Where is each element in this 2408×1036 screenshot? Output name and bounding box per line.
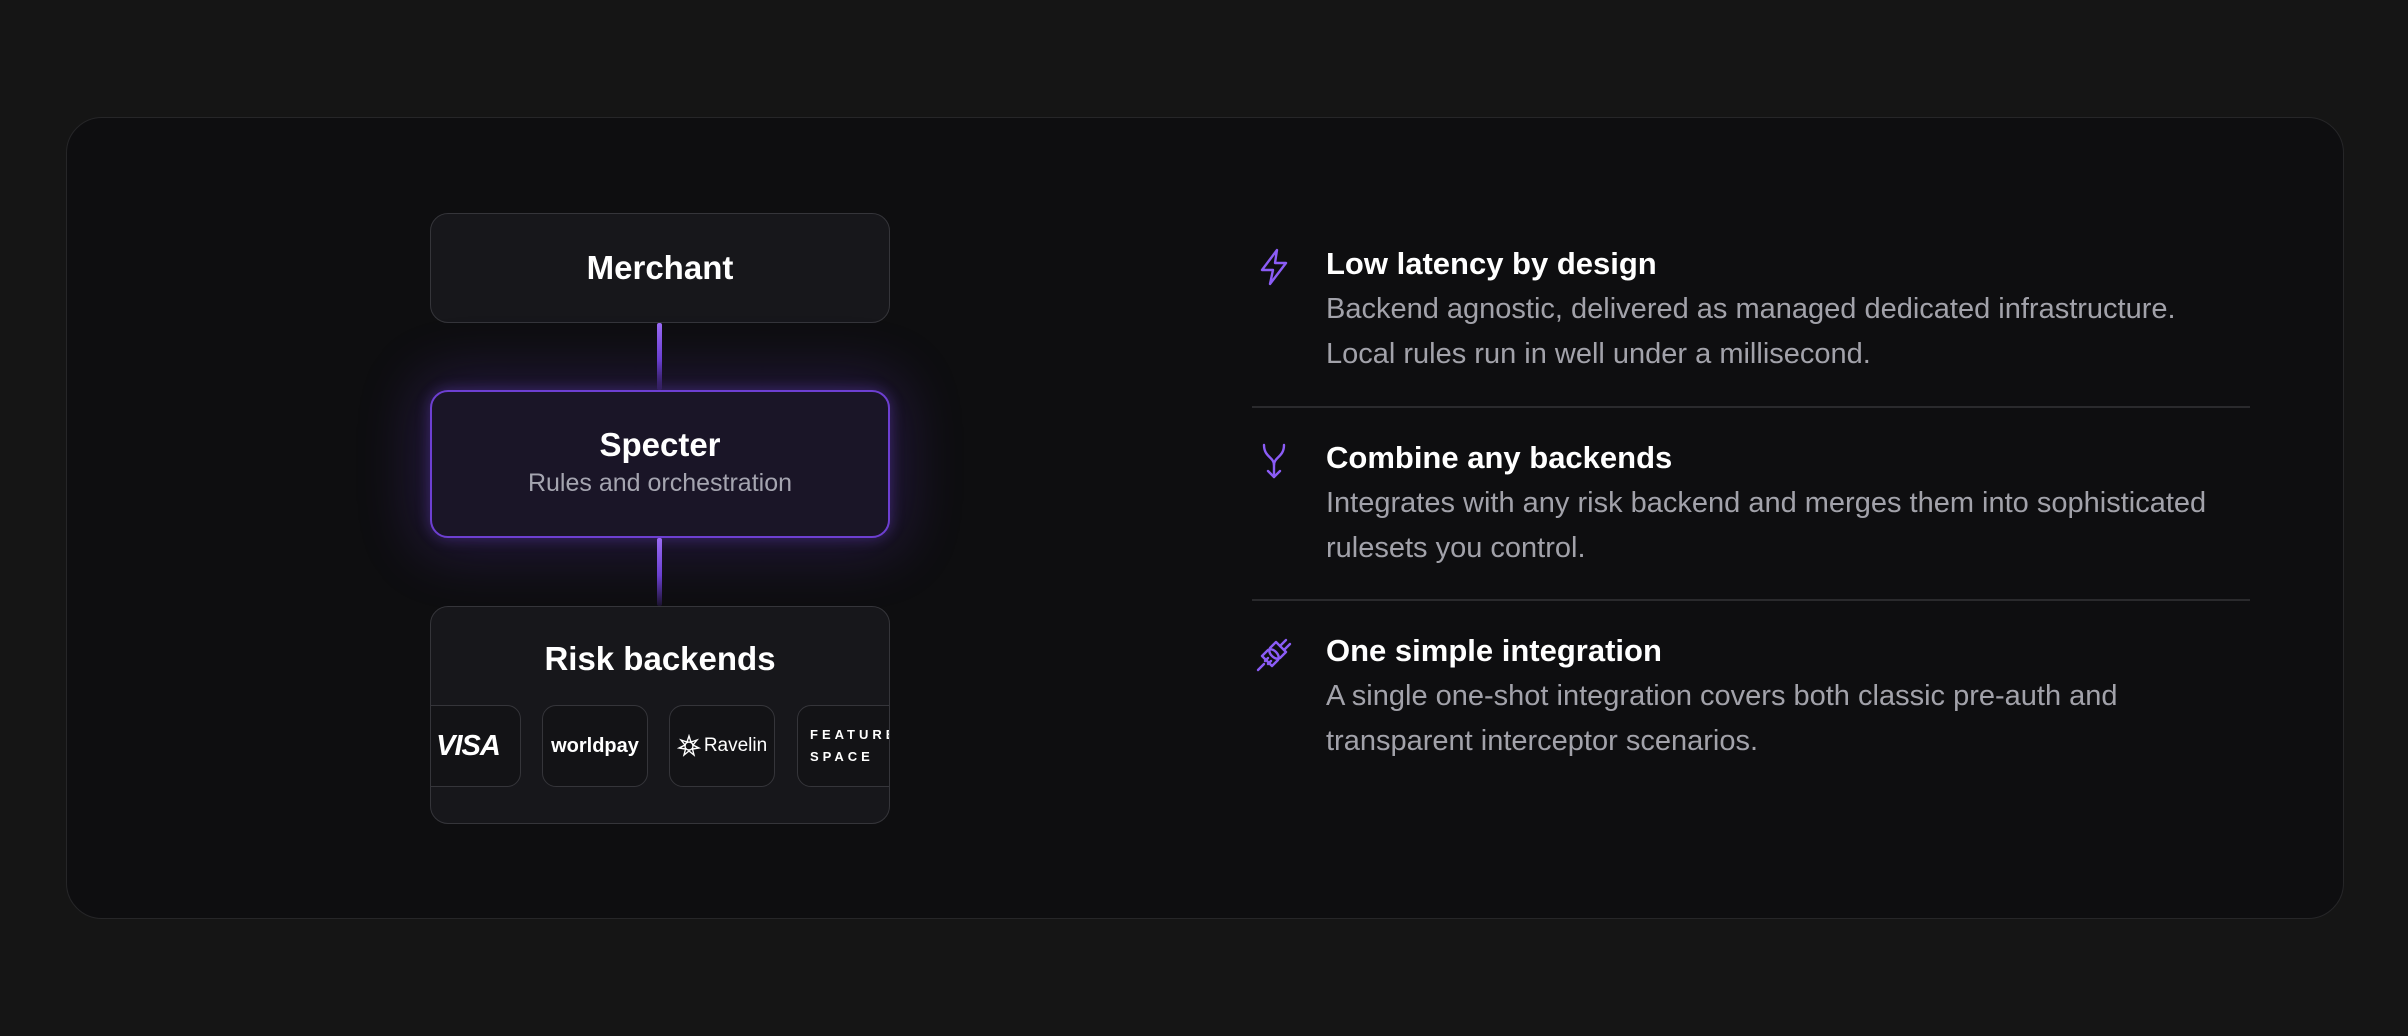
risk-backends-title: Risk backends (544, 640, 776, 677)
connector-merchant-specter (657, 323, 662, 390)
plug-icon (1256, 638, 1292, 672)
specter-title: Specter (599, 426, 721, 463)
worldpay-logo: worldpay (542, 705, 648, 787)
worldpay-logo-text: worldpay (551, 734, 639, 757)
divider (1252, 599, 2250, 601)
lightning-icon (1260, 248, 1288, 286)
featurespace-logo: FEATURE SPACE (797, 705, 890, 787)
connector-specter-risk (657, 538, 662, 606)
specter-subtitle: Rules and orchestration (527, 469, 793, 497)
risk-backends-node: Risk backends VISA worldpay Ravelin FEAT… (430, 606, 890, 824)
specter-node: Specter Rules and orchestration (430, 390, 890, 538)
ravelin-logo-text: Ravelin (703, 735, 768, 756)
feature-description: A single one-shot integration covers bot… (1326, 680, 2118, 757)
featurespace-logo-text: FEATURE SPACE (810, 727, 890, 764)
feature-title: Low latency by design (1326, 246, 1657, 281)
feature-title: One simple integration (1326, 633, 1662, 668)
divider (1252, 406, 2250, 408)
merchant-label: Merchant (586, 249, 734, 286)
feature-title: Combine any backends (1326, 440, 1673, 475)
ravelin-logo: Ravelin (669, 705, 775, 787)
ravelin-mark-icon (676, 734, 701, 757)
merchant-node: Merchant (430, 213, 890, 323)
merge-arrow-icon (1262, 443, 1286, 479)
feature-description: Backend agnostic, delivered as managed d… (1326, 293, 2176, 370)
feature-description: Integrates with any risk backend and mer… (1326, 487, 2207, 564)
visa-logo-text: VISA (436, 729, 501, 762)
visa-logo: VISA (431, 705, 521, 787)
